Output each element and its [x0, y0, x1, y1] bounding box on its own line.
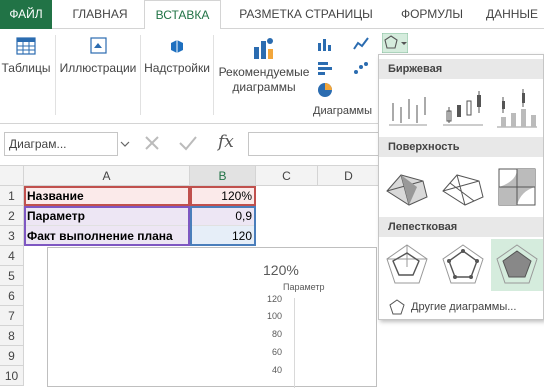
filled-radar-icon — [496, 244, 538, 284]
column-header[interactable]: C — [256, 166, 318, 186]
other-charts-gallery: Биржевая Поверхность Лепестковая Другие … — [378, 54, 544, 320]
ribbon-separator — [55, 35, 56, 115]
radar-section-header: Лепестковая — [379, 217, 543, 237]
charts-group-label: Диаграммы — [313, 105, 372, 117]
range-highlight-red — [24, 186, 190, 206]
name-box[interactable]: Диаграм... — [4, 132, 118, 156]
recommended-charts-button[interactable]: Рекомендуемые диаграммы — [216, 35, 312, 95]
recommended-charts-label-1: Рекомендуемые — [218, 65, 310, 79]
stock-chart-ohlc-icon[interactable] — [437, 83, 489, 135]
column-header[interactable]: A — [24, 166, 190, 186]
row-header[interactable]: 9 — [0, 346, 24, 366]
line-chart-icon[interactable] — [352, 35, 370, 53]
enter-icon[interactable] — [177, 133, 199, 153]
surface-section-header: Поверхность — [379, 137, 543, 157]
name-box-dropdown-icon[interactable] — [120, 137, 130, 151]
illustrations-label: Иллюстрации — [59, 61, 137, 75]
stock-chart-hlc-icon[interactable] — [381, 83, 433, 135]
axis-tick-label: 100 — [266, 311, 282, 321]
recommended-charts-label-2: диаграммы — [232, 80, 296, 94]
ribbon-separator — [140, 35, 141, 115]
surface-contour-icon[interactable] — [491, 161, 543, 213]
table-icon — [16, 37, 36, 55]
axis-tick-label: 40 — [271, 365, 282, 375]
cancel-icon[interactable] — [142, 133, 162, 153]
tab-data[interactable]: ДАННЫЕ — [480, 0, 544, 29]
tables-button[interactable]: Таблицы — [0, 35, 52, 76]
tab-formulas[interactable]: ФОРМУЛЫ — [388, 0, 476, 29]
column-header[interactable]: D — [318, 166, 380, 186]
recommended-charts-icon — [254, 38, 273, 59]
scatter-chart-icon[interactable] — [352, 59, 370, 77]
tables-label: Таблицы — [1, 61, 51, 75]
range-highlight-purple — [24, 206, 190, 246]
row-header[interactable]: 8 — [0, 326, 24, 346]
radar-chart-icon[interactable] — [381, 239, 433, 291]
axis-tick-label: 120 — [266, 294, 282, 304]
surface-3d-icon[interactable] — [381, 161, 433, 213]
range-highlight-red — [190, 186, 256, 206]
illustrations-icon — [90, 37, 107, 54]
ribbon-tab-bar: ФАЙЛ ГЛАВНАЯ ВСТАВКА РАЗМЕТКА СТРАНИЦЫ Ф… — [0, 0, 544, 30]
radar-markers-icon[interactable] — [437, 239, 489, 291]
insert-function-icon[interactable]: fx — [218, 132, 234, 152]
tab-file[interactable]: ФАЙЛ — [0, 0, 52, 29]
row-header[interactable]: 3 — [0, 226, 24, 246]
series-label: Параметр — [283, 282, 325, 292]
row-header[interactable]: 4 — [0, 246, 24, 266]
row-header[interactable]: 10 — [0, 366, 24, 386]
range-highlight-blue — [190, 206, 256, 246]
stock-chart-volume-icon[interactable] — [491, 83, 543, 135]
axis-tick-label: 80 — [271, 329, 282, 339]
addins-icon — [171, 40, 183, 53]
tab-home[interactable]: ГЛАВНАЯ — [60, 0, 140, 29]
axis-tick-label: 60 — [271, 347, 282, 357]
select-all-corner[interactable] — [0, 166, 24, 186]
radar-axis-line — [294, 298, 295, 388]
row-header[interactable]: 6 — [0, 286, 24, 306]
filled-radar-chart-item[interactable] — [491, 239, 543, 291]
bar-chart-icon[interactable] — [316, 59, 334, 77]
row-header[interactable]: 5 — [0, 266, 24, 286]
surface-wireframe-icon[interactable] — [437, 161, 489, 213]
other-charts-dropdown-icon[interactable] — [382, 33, 408, 53]
pie-chart-icon[interactable] — [316, 81, 334, 99]
addins-label: Надстройки — [144, 61, 210, 75]
addins-button[interactable]: Надстройки — [142, 35, 212, 76]
row-header[interactable]: 7 — [0, 306, 24, 326]
tab-insert[interactable]: ВСТАВКА — [144, 0, 221, 30]
stock-section-header: Биржевая — [379, 59, 543, 79]
chart-title[interactable]: 120% — [263, 262, 299, 278]
column-header[interactable]: B — [190, 166, 256, 186]
more-charts-link[interactable]: Другие диаграммы... — [379, 295, 543, 319]
column-chart-icon[interactable] — [316, 35, 334, 53]
row-header[interactable]: 1 — [0, 186, 24, 206]
chart-area[interactable]: 120% Параметр 120 100 80 60 40 — [47, 247, 377, 388]
tab-page-layout[interactable]: РАЗМЕТКА СТРАНИЦЫ — [226, 0, 386, 29]
ribbon-separator — [213, 35, 214, 115]
row-header[interactable]: 2 — [0, 206, 24, 226]
illustrations-button[interactable]: Иллюстрации — [58, 35, 138, 76]
